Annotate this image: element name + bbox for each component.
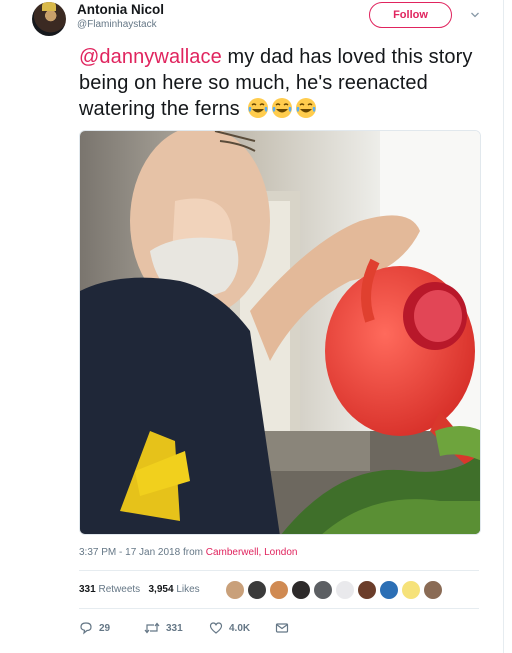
avatar[interactable] [379, 580, 399, 600]
avatar[interactable] [291, 580, 311, 600]
divider [503, 0, 504, 653]
timestamp: 3:37 PM - 17 Jan 2018 from Camberwell, L… [79, 547, 297, 558]
avatar[interactable] [335, 580, 355, 600]
laughing-emoji-icon [296, 98, 317, 118]
reply-icon [80, 622, 92, 635]
reply-button[interactable]: 29 [79, 621, 110, 635]
location-link[interactable]: Camberwell, London [206, 547, 298, 558]
avatar[interactable] [357, 580, 377, 600]
mention-link[interactable]: @dannywallace [79, 46, 222, 68]
retweet-count: 331 [166, 622, 183, 634]
avatar[interactable] [32, 2, 66, 36]
likes-stat[interactable]: 3,954 Likes [149, 584, 200, 595]
likes-label: Likes [176, 584, 200, 595]
laughing-emoji-icon [272, 98, 293, 118]
tweet-card: Antonia Nicol @Flaminhaystack Follow @da… [0, 0, 512, 653]
photo-illustration [80, 131, 480, 534]
author-handle[interactable]: @Flaminhaystack [77, 19, 157, 30]
envelope-icon [275, 623, 289, 633]
avatar[interactable] [313, 580, 333, 600]
follow-button[interactable]: Follow [369, 2, 452, 28]
tweet-photo[interactable] [79, 130, 481, 535]
time-label[interactable]: 3:37 PM - 17 Jan 2018 from [79, 547, 206, 558]
avatar[interactable] [401, 580, 421, 600]
avatar[interactable] [225, 580, 245, 600]
avatar[interactable] [269, 580, 289, 600]
retweet-icon [144, 622, 160, 634]
retweets-stat[interactable]: 331 Retweets [79, 584, 140, 595]
reply-count: 29 [99, 622, 111, 634]
heart-icon [209, 622, 223, 634]
likes-count: 3,954 [148, 584, 174, 595]
message-button[interactable] [275, 621, 289, 635]
author-name[interactable]: Antonia Nicol [77, 2, 164, 17]
divider [79, 570, 479, 571]
laughing-emoji-icon [248, 98, 269, 118]
like-count: 4.0K [229, 622, 251, 634]
avatar[interactable] [423, 580, 443, 600]
emoji-group [245, 97, 317, 126]
retweets-count: 331 [79, 584, 96, 595]
avatar[interactable] [247, 580, 267, 600]
divider [79, 608, 479, 609]
engagement-stats: 331 Retweets 3,954 Likes [79, 584, 200, 595]
retweets-label: Retweets [98, 584, 141, 595]
like-button[interactable]: 4.0K [209, 621, 250, 635]
chevron-down-icon[interactable] [470, 10, 480, 20]
retweet-button[interactable]: 331 [144, 621, 183, 635]
tweet-text: @dannywallace my dad has loved this stor… [79, 44, 489, 126]
